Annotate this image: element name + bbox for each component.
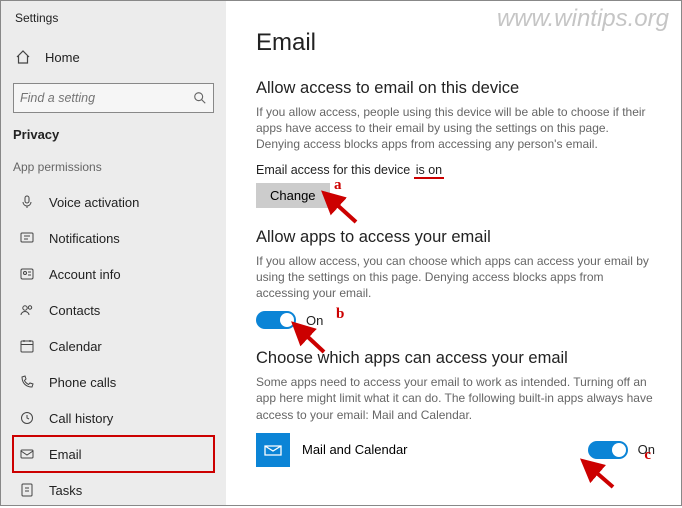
sidebar-item-label: Call history	[49, 411, 113, 426]
sidebar-item-notifications[interactable]: Notifications	[13, 220, 214, 256]
sidebar-item-phone-calls[interactable]: Phone calls	[13, 364, 214, 400]
app-name: Mail and Calendar	[302, 442, 576, 457]
watermark: www.wintips.org	[497, 5, 669, 33]
sidebar-item-contacts[interactable]: Contacts	[13, 292, 214, 328]
sidebar-subtitle: App permissions	[13, 160, 214, 174]
sidebar-item-calendar[interactable]: Calendar	[13, 328, 214, 364]
home-icon	[13, 49, 33, 65]
status-prefix: Email access for this device	[256, 163, 414, 177]
notification-icon	[17, 230, 37, 246]
app-access-toggle-row: On	[256, 311, 655, 329]
sidebar-item-call-history[interactable]: Call history	[13, 400, 214, 436]
sidebar-item-voice-activation[interactable]: Voice activation	[13, 184, 214, 220]
mail-app-toggle[interactable]	[588, 441, 628, 459]
sidebar-section-title: Privacy	[13, 127, 214, 142]
app-row-mail-calendar: Mail and Calendar On	[256, 433, 655, 467]
window-title: Settings	[15, 11, 214, 25]
app-access-toggle[interactable]	[256, 311, 296, 329]
search-input[interactable]	[20, 91, 193, 105]
status-value: is on	[414, 163, 444, 179]
sidebar-item-label: Contacts	[49, 303, 100, 318]
annotation-b: b	[336, 306, 344, 323]
tasks-icon	[17, 482, 37, 498]
annotation-a: a	[334, 177, 342, 194]
main-content: Email Allow access to email on this devi…	[226, 1, 681, 505]
section-desc: If you allow access, people using this d…	[256, 104, 655, 153]
sidebar-item-label: Account info	[49, 267, 121, 282]
sidebar-item-label: Email	[49, 447, 82, 462]
mic-icon	[17, 194, 37, 210]
section-heading: Allow apps to access your email	[256, 228, 655, 247]
history-icon	[17, 410, 37, 426]
contacts-icon	[17, 302, 37, 318]
sidebar-item-label: Calendar	[49, 339, 102, 354]
sidebar-home[interactable]: Home	[13, 43, 214, 71]
device-access-status: Email access for this device is on	[256, 163, 655, 177]
section-desc: If you allow access, you can choose whic…	[256, 253, 655, 302]
sidebar-item-email[interactable]: Email	[13, 436, 214, 472]
section-choose-apps: Choose which apps can access your email …	[256, 349, 655, 467]
sidebar: Settings Home Privacy App permissions Vo…	[1, 1, 226, 505]
sidebar-home-label: Home	[45, 50, 80, 65]
section-heading: Allow access to email on this device	[256, 79, 655, 98]
sidebar-item-label: Phone calls	[49, 375, 116, 390]
email-icon	[17, 446, 37, 462]
toggle-label: On	[306, 313, 323, 328]
section-app-access: Allow apps to access your email If you a…	[256, 228, 655, 330]
section-device-access: Allow access to email on this device If …	[256, 79, 655, 208]
section-desc: Some apps need to access your email to w…	[256, 374, 655, 423]
page-title: Email	[256, 29, 655, 57]
change-button[interactable]: Change	[256, 183, 330, 208]
section-heading: Choose which apps can access your email	[256, 349, 655, 368]
mail-app-icon	[256, 433, 290, 467]
sidebar-item-label: Notifications	[49, 231, 120, 246]
phone-icon	[17, 374, 37, 390]
annotation-c: c	[644, 447, 651, 464]
search-icon	[193, 91, 207, 105]
search-box[interactable]	[13, 83, 214, 113]
account-icon	[17, 266, 37, 282]
calendar-icon	[17, 338, 37, 354]
sidebar-item-tasks[interactable]: Tasks	[13, 472, 214, 508]
sidebar-item-account-info[interactable]: Account info	[13, 256, 214, 292]
sidebar-item-label: Tasks	[49, 483, 82, 498]
sidebar-item-label: Voice activation	[49, 195, 139, 210]
